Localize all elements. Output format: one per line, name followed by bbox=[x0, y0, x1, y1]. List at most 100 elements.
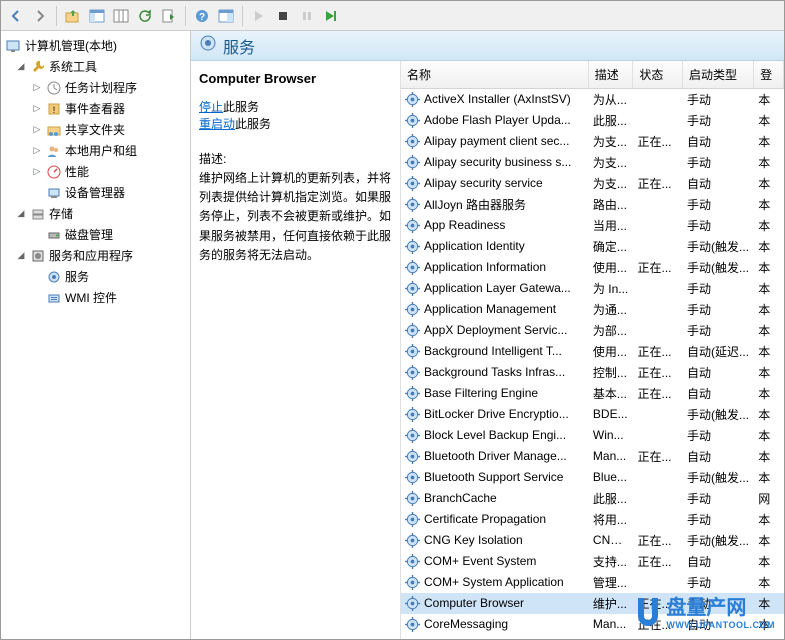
table-row[interactable]: AppX Deployment Servic...为部...手动本 bbox=[401, 320, 784, 341]
restart-service-line: 重启动此服务 bbox=[199, 115, 392, 132]
start-service-icon[interactable] bbox=[248, 5, 270, 27]
forward-button[interactable] bbox=[29, 5, 51, 27]
expand-icon[interactable]: ▷ bbox=[31, 103, 43, 114]
properties-icon[interactable] bbox=[215, 5, 237, 27]
tree-perf[interactable]: ▷ 性能 bbox=[1, 161, 190, 182]
col-header-logon[interactable]: 登 bbox=[754, 61, 784, 88]
watermark-main: 盘量产网 bbox=[666, 597, 746, 619]
table-row[interactable]: Application Information使用...正在...手动(触发..… bbox=[401, 257, 784, 278]
back-button[interactable] bbox=[5, 5, 27, 27]
table-row[interactable]: COM+ Event System支持...正在...自动本 bbox=[401, 551, 784, 572]
toolbar: ? bbox=[1, 1, 784, 31]
table-row[interactable]: BitLocker Drive Encryptio...BDE...手动(触发.… bbox=[401, 404, 784, 425]
cell-logon: 本 bbox=[754, 280, 784, 297]
table-row[interactable]: Background Tasks Infras...控制...正在...自动本 bbox=[401, 362, 784, 383]
tree-label: 磁盘管理 bbox=[65, 226, 113, 243]
stop-link[interactable]: 停止 bbox=[199, 100, 223, 114]
expand-icon[interactable]: ▷ bbox=[31, 166, 43, 177]
col-header-name[interactable]: 名称 bbox=[401, 61, 589, 88]
tree-systools[interactable]: ◢ 系统工具 bbox=[1, 56, 190, 77]
show-hide-tree-icon[interactable] bbox=[86, 5, 108, 27]
cell-name: Alipay payment client sec... bbox=[401, 134, 589, 149]
expand-icon[interactable]: ▷ bbox=[31, 124, 43, 135]
table-row[interactable]: Base Filtering Engine基本...正在...自动本 bbox=[401, 383, 784, 404]
svg-text:?: ? bbox=[199, 12, 205, 23]
cell-logon: 本 bbox=[754, 553, 784, 570]
tree-label: 服务 bbox=[65, 268, 89, 285]
table-row[interactable]: Alipay payment client sec...为支...正在...自动… bbox=[401, 131, 784, 152]
wrench-icon bbox=[30, 59, 46, 75]
table-row[interactable]: ActiveX Installer (AxInstSV)为从...手动本 bbox=[401, 89, 784, 110]
cell-status: 正在... bbox=[633, 532, 683, 549]
cell-start: 手动 bbox=[683, 427, 754, 444]
tree-wmi[interactable]: WMI 控件 bbox=[1, 287, 190, 308]
table-row[interactable]: Adobe Flash Player Upda...此服...手动本 bbox=[401, 110, 784, 131]
expand-icon[interactable]: ▷ bbox=[31, 82, 43, 93]
up-icon[interactable] bbox=[62, 5, 84, 27]
tree-storage[interactable]: ◢ 存储 bbox=[1, 203, 190, 224]
cell-start: 手动(触发... bbox=[683, 238, 754, 255]
collapse-icon[interactable]: ◢ bbox=[15, 250, 27, 261]
table-row[interactable]: Alipay security service为支...正在...自动本 bbox=[401, 173, 784, 194]
cell-name: Alipay security service bbox=[401, 176, 589, 191]
collapse-icon[interactable]: ◢ bbox=[15, 61, 27, 72]
event-icon: ! bbox=[46, 101, 62, 117]
tree-root[interactable]: 计算机管理(本地) bbox=[1, 35, 190, 56]
table-row[interactable]: Application Identity确定...手动(触发...本 bbox=[401, 236, 784, 257]
table-row[interactable]: Bluetooth Support ServiceBlue...手动(触发...… bbox=[401, 467, 784, 488]
table-row[interactable]: Application Layer Gatewa...为 In...手动本 bbox=[401, 278, 784, 299]
table-row[interactable]: Bluetooth Driver Manage...Man...正在...自动本 bbox=[401, 446, 784, 467]
tree-localusers[interactable]: ▷ 本地用户和组 bbox=[1, 140, 190, 161]
table-row[interactable]: Application Management为通...手动本 bbox=[401, 299, 784, 320]
tree-svcapps[interactable]: ◢ 服务和应用程序 bbox=[1, 245, 190, 266]
tree-label: 共享文件夹 bbox=[65, 121, 125, 138]
export-icon[interactable] bbox=[158, 5, 180, 27]
tree-services[interactable]: 服务 bbox=[1, 266, 190, 287]
cell-logon: 本 bbox=[754, 322, 784, 339]
table-row[interactable]: AllJoyn 路由器服务路由...手动本 bbox=[401, 194, 784, 215]
disk-icon bbox=[46, 227, 62, 243]
restart-link[interactable]: 重启动 bbox=[199, 117, 235, 131]
refresh-icon[interactable] bbox=[134, 5, 156, 27]
col-header-start[interactable]: 启动类型 bbox=[683, 61, 754, 88]
cell-logon: 本 bbox=[754, 154, 784, 171]
cell-name: ActiveX Installer (AxInstSV) bbox=[401, 92, 589, 107]
separator bbox=[56, 6, 57, 26]
cell-desc: Blue... bbox=[589, 470, 634, 484]
cell-start: 手动 bbox=[683, 112, 754, 129]
cell-start: 手动(触发... bbox=[683, 469, 754, 486]
tree-shared[interactable]: ▷ 共享文件夹 bbox=[1, 119, 190, 140]
col-header-status[interactable]: 状态 bbox=[633, 61, 683, 88]
table-row[interactable]: BranchCache此服...手动网 bbox=[401, 488, 784, 509]
tree-eventviewer[interactable]: ▷ ! 事件查看器 bbox=[1, 98, 190, 119]
restart-service-icon[interactable] bbox=[320, 5, 342, 27]
columns-icon[interactable] bbox=[110, 5, 132, 27]
expand-icon[interactable]: ▷ bbox=[31, 145, 43, 156]
table-row[interactable]: Alipay security business s...为支...手动本 bbox=[401, 152, 784, 173]
table-row[interactable]: Certificate Propagation将用...手动本 bbox=[401, 509, 784, 530]
tree-panel: 计算机管理(本地) ◢ 系统工具 ▷ 任务计划程序 ▷ ! 事件查看器 ▷ 共享… bbox=[1, 31, 191, 639]
table-row[interactable]: Block Level Backup Engi...Win...手动本 bbox=[401, 425, 784, 446]
cell-desc: 为 In... bbox=[589, 280, 634, 297]
tree-devmgr[interactable]: 设备管理器 bbox=[1, 182, 190, 203]
gear-icon bbox=[46, 269, 62, 285]
cell-name: AppX Deployment Servic... bbox=[401, 323, 589, 338]
tree-scheduler[interactable]: ▷ 任务计划程序 bbox=[1, 77, 190, 98]
watermark: 盘量产网 WWW.UPANTOOL.COM bbox=[634, 591, 775, 630]
tree-label: 任务计划程序 bbox=[65, 79, 137, 96]
pause-service-icon[interactable] bbox=[296, 5, 318, 27]
col-header-desc[interactable]: 描述 bbox=[589, 61, 634, 88]
stop-service-icon[interactable] bbox=[272, 5, 294, 27]
table-row[interactable]: CNG Key IsolationCNG...正在...手动(触发...本 bbox=[401, 530, 784, 551]
table-row[interactable]: COM+ System Application管理...手动本 bbox=[401, 572, 784, 593]
tree-label: 存储 bbox=[49, 205, 73, 222]
table-row[interactable]: App Readiness当用...手动本 bbox=[401, 215, 784, 236]
table-row[interactable]: Background Intelligent T...使用...正在...自动(… bbox=[401, 341, 784, 362]
tree-diskmgmt[interactable]: 磁盘管理 bbox=[1, 224, 190, 245]
cell-name: Alipay security business s... bbox=[401, 155, 589, 170]
detail-desc-label: 描述: bbox=[199, 150, 392, 167]
cell-status: 正在... bbox=[633, 364, 683, 381]
tree-label: 设备管理器 bbox=[65, 184, 125, 201]
help-icon[interactable]: ? bbox=[191, 5, 213, 27]
collapse-icon[interactable]: ◢ bbox=[15, 208, 27, 219]
